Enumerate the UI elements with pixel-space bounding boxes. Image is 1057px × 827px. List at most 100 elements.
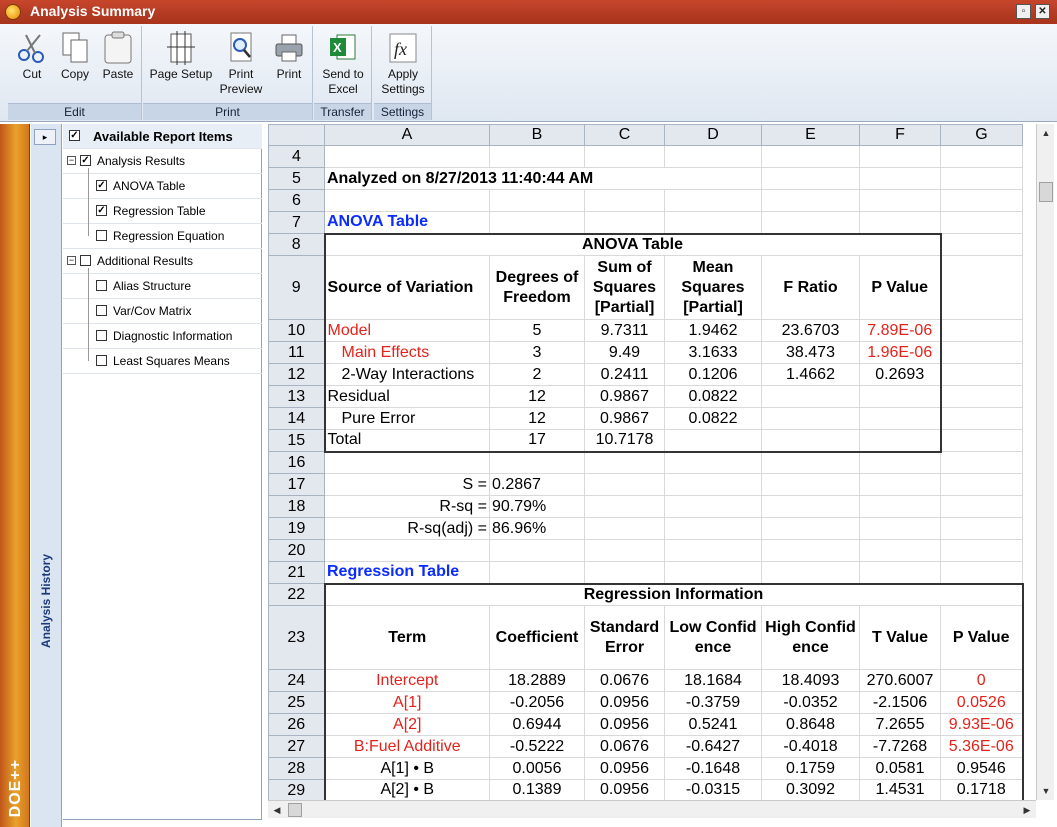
row-header[interactable]: 5 [268, 167, 325, 190]
regression-header: P Value [940, 605, 1024, 670]
send-to-excel-button[interactable]: X Send to Excel [316, 28, 370, 97]
regression-term: B:Fuel Additive [323, 735, 490, 758]
scroll-right-icon[interactable]: ▶ [1019, 802, 1035, 818]
row-header[interactable]: 16 [268, 451, 325, 474]
paste-button[interactable]: Paste [98, 28, 138, 82]
checkbox-checked-icon[interactable]: ✓ [80, 155, 91, 166]
tree-item-diagnostic-information[interactable]: Diagnostic Information [63, 324, 262, 349]
row-header[interactable]: 20 [268, 539, 325, 562]
clipboard-icon [102, 31, 134, 65]
column-header[interactable]: F [859, 124, 941, 146]
tree-item-additional-results[interactable]: − Additional Results [63, 249, 262, 274]
row-header[interactable]: 23 [268, 605, 325, 670]
report-spreadsheet[interactable]: A B C D E F G 4 5 Analyzed on 8/27/2013 … [268, 124, 1036, 800]
row-header[interactable]: 28 [268, 757, 325, 780]
print-preview-button[interactable]: Print Preview [219, 28, 263, 97]
tree-item-regression-table[interactable]: ✓ Regression Table [63, 199, 262, 224]
checkbox-unchecked-icon[interactable] [80, 255, 91, 266]
tree-header[interactable]: ✓ Available Report Items [63, 124, 262, 149]
checkbox-unchecked-icon[interactable] [96, 355, 107, 366]
checkbox-checked-icon[interactable]: ✓ [96, 180, 107, 191]
anova-cell: 1.4662 [761, 363, 860, 386]
row-header[interactable]: 14 [268, 407, 325, 430]
row-header[interactable]: 19 [268, 517, 325, 540]
checkbox-unchecked-icon[interactable] [96, 230, 107, 241]
tree-item-analysis-results[interactable]: − ✓ Analysis Results [63, 149, 262, 174]
tree-item-alias-structure[interactable]: Alias Structure [63, 274, 262, 299]
regression-p-value: 5.36E-06 [940, 735, 1024, 758]
column-header[interactable]: B [489, 124, 585, 146]
regression-table-title: Regression Information [323, 582, 1024, 606]
scroll-thumb[interactable] [288, 803, 302, 817]
checkbox-unchecked-icon[interactable] [96, 280, 107, 291]
anova-row: 10 Model 5 9.7311 1.9462 23.6703 7.89E-0… [268, 319, 1023, 342]
row-header[interactable]: 27 [268, 735, 325, 758]
page-setup-button[interactable]: Page Setup [145, 28, 217, 82]
collapse-icon[interactable]: − [67, 156, 76, 165]
restore-button[interactable]: ▫ [1016, 4, 1031, 19]
row-header[interactable]: 12 [268, 363, 325, 386]
row-header[interactable]: 22 [268, 583, 325, 606]
row-header[interactable]: 15 [268, 429, 325, 452]
checkbox-checked-icon[interactable]: ✓ [69, 130, 80, 141]
tree-connector [88, 168, 89, 236]
regression-cell: 0.5241 [664, 713, 762, 736]
horizontal-scrollbar[interactable]: ◀ ▶ [268, 800, 1036, 818]
row-header[interactable]: 25 [268, 691, 325, 714]
anova-cell: 3.1633 [664, 341, 762, 364]
row-header[interactable]: 6 [268, 189, 325, 212]
anova-cell: 0.9867 [584, 385, 665, 408]
analysis-history-bar[interactable]: ▸ Analysis History [31, 124, 62, 827]
row-header[interactable]: 29 [268, 779, 325, 800]
checkbox-unchecked-icon[interactable] [96, 305, 107, 316]
row-header[interactable]: 11 [268, 341, 325, 364]
select-all-corner[interactable] [268, 124, 325, 146]
tree-item-regression-equation[interactable]: Regression Equation [63, 224, 262, 249]
row-header[interactable]: 9 [268, 255, 325, 320]
print-button[interactable]: Print [267, 28, 311, 82]
tree-item-var-cov-matrix[interactable]: Var/Cov Matrix [63, 299, 262, 324]
scroll-up-icon[interactable]: ▲ [1038, 125, 1054, 141]
report-grid[interactable]: A B C D E F G 4 5 Analyzed on 8/27/2013 … [268, 124, 1024, 800]
vertical-scrollbar[interactable]: ▲ ▼ [1036, 124, 1054, 800]
anova-row: 11 Main Effects 3 9.49 3.1633 38.473 1.9… [268, 341, 1023, 364]
sheet-row: 9 Source of Variation Degrees of Freedom… [268, 255, 1023, 320]
row-header[interactable]: 24 [268, 669, 325, 692]
column-header[interactable]: E [761, 124, 860, 146]
anova-p-value: 1.96E-06 [859, 341, 942, 364]
row-header[interactable]: 26 [268, 713, 325, 736]
apply-settings-button[interactable]: fx Apply Settings [376, 28, 430, 97]
row-header[interactable]: 13 [268, 385, 325, 408]
tree-item-least-squares-means[interactable]: Least Squares Means [63, 349, 262, 374]
anova-row: 12 2-Way Interactions 2 0.2411 0.1206 1.… [268, 363, 1023, 386]
row-header[interactable]: 21 [268, 561, 325, 584]
scroll-thumb[interactable] [1039, 182, 1053, 202]
column-header[interactable]: G [940, 124, 1023, 146]
column-header[interactable]: A [324, 124, 490, 146]
anova-cell: 38.473 [761, 341, 860, 364]
regression-cell: 270.6007 [859, 669, 941, 692]
anova-source: Pure Error [323, 407, 490, 430]
column-header[interactable]: D [664, 124, 762, 146]
tree-item-anova-table[interactable]: ✓ ANOVA Table [63, 174, 262, 199]
row-header[interactable]: 18 [268, 495, 325, 518]
checkbox-checked-icon[interactable]: ✓ [96, 205, 107, 216]
copy-button[interactable]: Copy [54, 28, 96, 82]
regression-header: T Value [859, 605, 941, 670]
scroll-down-icon[interactable]: ▼ [1038, 783, 1054, 799]
row-header[interactable]: 17 [268, 473, 325, 496]
row-header[interactable]: 8 [268, 233, 325, 256]
row-header[interactable]: 7 [268, 211, 325, 234]
collapse-icon[interactable]: − [67, 256, 76, 265]
close-button[interactable]: ✕ [1035, 4, 1050, 19]
row-header[interactable]: 10 [268, 319, 325, 342]
cut-button[interactable]: Cut [12, 28, 52, 82]
report-items-tree: ✓ Available Report Items − ✓ Analysis Re… [63, 124, 262, 820]
column-header[interactable]: C [584, 124, 665, 146]
checkbox-unchecked-icon[interactable] [96, 330, 107, 341]
sheet-row: 23 Term Coefficient Standard Error Low C… [268, 605, 1024, 670]
expand-arrow-icon[interactable]: ▸ [34, 129, 56, 145]
regression-cell: -0.3759 [664, 691, 762, 714]
scroll-left-icon[interactable]: ◀ [269, 802, 285, 818]
row-header[interactable]: 4 [268, 145, 325, 168]
